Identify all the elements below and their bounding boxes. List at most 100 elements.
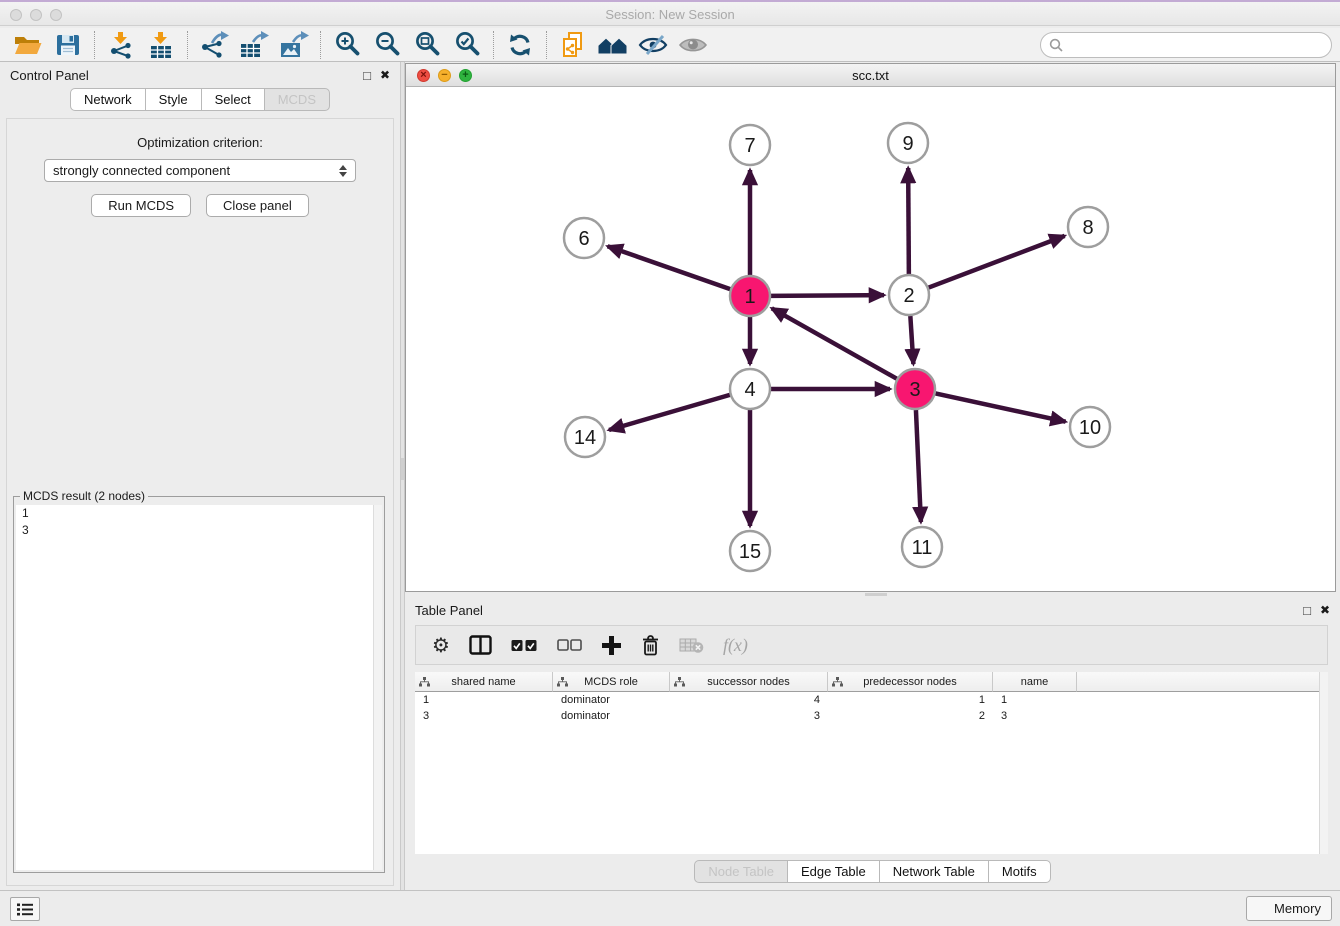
edge-3-11[interactable] — [916, 410, 921, 522]
result-scrollbar[interactable] — [373, 505, 382, 870]
clone-network-button[interactable] — [553, 30, 593, 60]
close-panel-icon[interactable]: ✖ — [380, 69, 390, 81]
column-header-mcds-role[interactable]: MCDS role — [553, 672, 670, 692]
tab-select[interactable]: Select — [201, 88, 265, 111]
zoom-in-button[interactable] — [327, 30, 367, 60]
table-cell[interactable]: 4 — [670, 692, 828, 708]
select-all-button[interactable] — [511, 639, 538, 652]
network-window-title: scc.txt — [406, 68, 1335, 83]
network-window-titlebar: × − + scc.txt — [406, 64, 1335, 87]
memory-button[interactable]: Memory — [1246, 896, 1332, 921]
import-table-icon — [147, 31, 175, 59]
tab-network[interactable]: Network — [70, 88, 146, 111]
tab-mcds[interactable]: MCDS — [264, 88, 330, 111]
open-folder-icon — [13, 32, 43, 58]
home-button[interactable] — [593, 30, 633, 60]
delete-table-icon — [679, 637, 704, 654]
search-input[interactable] — [1063, 37, 1323, 52]
edge-2-9[interactable] — [908, 168, 909, 274]
run-mcds-button[interactable]: Run MCDS — [91, 194, 191, 217]
task-list-icon — [16, 902, 34, 917]
edge-1-2[interactable] — [771, 295, 884, 296]
table-panel-tabs: Node Table Edge Table Network Table Moti… — [405, 860, 1340, 883]
table-cell[interactable]: 3 — [993, 708, 1077, 724]
splitter-handle[interactable] — [865, 593, 887, 596]
create-column-button[interactable] — [601, 635, 622, 656]
table-cell[interactable]: dominator — [553, 692, 670, 708]
save-session-button[interactable] — [48, 30, 88, 60]
tab-style[interactable]: Style — [145, 88, 202, 111]
column-header-name[interactable]: name — [993, 672, 1077, 692]
export-network-button[interactable] — [194, 30, 234, 60]
tab-edge-table[interactable]: Edge Table — [787, 860, 880, 883]
edge-2-3[interactable] — [910, 316, 913, 364]
node-label-2: 2 — [903, 285, 914, 307]
column-header-shared-name[interactable]: shared name — [415, 672, 553, 692]
edge-1-6[interactable] — [608, 246, 731, 289]
table-cell[interactable]: 2 — [828, 708, 993, 724]
float-panel-icon[interactable]: □ — [363, 69, 371, 82]
node-label-10: 10 — [1079, 417, 1101, 439]
export-network-icon — [199, 31, 229, 59]
table-settings-button[interactable]: ⚙ — [432, 633, 450, 657]
search-field[interactable] — [1040, 32, 1332, 58]
toolbar-separator — [546, 31, 547, 59]
function-builder-button-disabled: f(x) — [723, 635, 748, 656]
zoom-selected-button[interactable] — [447, 30, 487, 60]
table-cell[interactable]: 1 — [415, 692, 553, 708]
result-line: 3 — [16, 522, 382, 539]
edge-3-10[interactable] — [936, 393, 1066, 421]
table-cell[interactable]: dominator — [553, 708, 670, 724]
zoom-fit-icon — [414, 31, 441, 58]
table-cell[interactable]: 3 — [415, 708, 553, 724]
zoom-fit-button[interactable] — [407, 30, 447, 60]
float-panel-icon[interactable]: □ — [1303, 604, 1311, 617]
export-table-button[interactable] — [234, 30, 274, 60]
tab-node-table[interactable]: Node Table — [694, 860, 788, 883]
columns-icon — [469, 635, 492, 655]
column-header-predecessor-nodes[interactable]: predecessor nodes — [828, 672, 993, 692]
mcds-result-area[interactable]: 1 3 — [16, 505, 382, 870]
hierarchy-icon — [674, 677, 685, 687]
edge-4-14[interactable] — [609, 395, 730, 430]
tab-network-table[interactable]: Network Table — [879, 860, 989, 883]
node-label-11: 11 — [912, 537, 933, 559]
column-header-successor-nodes[interactable]: successor nodes — [670, 672, 828, 692]
table-scrollbar[interactable] — [1319, 672, 1328, 854]
mcds-result-title: MCDS result (2 nodes) — [20, 489, 148, 503]
criterion-select[interactable]: strongly connected component — [44, 159, 356, 182]
table-cell[interactable]: 3 — [670, 708, 828, 724]
tab-motifs[interactable]: Motifs — [988, 860, 1051, 883]
table-toolbar: ⚙ — [415, 625, 1328, 665]
export-image-button[interactable] — [274, 30, 314, 60]
open-session-button[interactable] — [8, 30, 48, 60]
edge-2-8[interactable] — [929, 236, 1065, 288]
unchecked-boxes-icon — [557, 639, 582, 651]
column-header-filler — [1077, 672, 1328, 692]
refresh-view-button[interactable] — [500, 30, 540, 60]
hide-selected-button[interactable] — [633, 30, 673, 60]
deselect-all-button[interactable] — [557, 639, 582, 651]
hierarchy-icon — [419, 677, 430, 687]
table-cell[interactable]: 1 — [993, 692, 1077, 708]
close-panel-button[interactable]: Close panel — [206, 194, 309, 217]
eye-icon — [678, 34, 708, 56]
zoom-out-icon — [374, 31, 401, 58]
delete-columns-button[interactable] — [641, 634, 660, 656]
import-table-button[interactable] — [141, 30, 181, 60]
show-all-button[interactable] — [673, 30, 713, 60]
node-label-15: 15 — [739, 541, 761, 563]
close-panel-icon[interactable]: ✖ — [1320, 604, 1330, 616]
show-column-panel-button[interactable] — [469, 635, 492, 655]
zoom-out-button[interactable] — [367, 30, 407, 60]
table-cell[interactable]: 1 — [828, 692, 993, 708]
splitter-handle[interactable] — [401, 458, 404, 480]
criterion-value: strongly connected component — [53, 163, 339, 178]
export-image-icon — [279, 31, 309, 59]
import-network-button[interactable] — [101, 30, 141, 60]
mcds-panel-content: Optimization criterion: strongly connect… — [6, 118, 394, 886]
network-canvas[interactable]: 7968124314101511 — [406, 87, 1335, 591]
task-history-button[interactable] — [10, 897, 40, 921]
zoom-in-icon — [334, 31, 361, 58]
edge-3-1[interactable] — [772, 308, 897, 378]
